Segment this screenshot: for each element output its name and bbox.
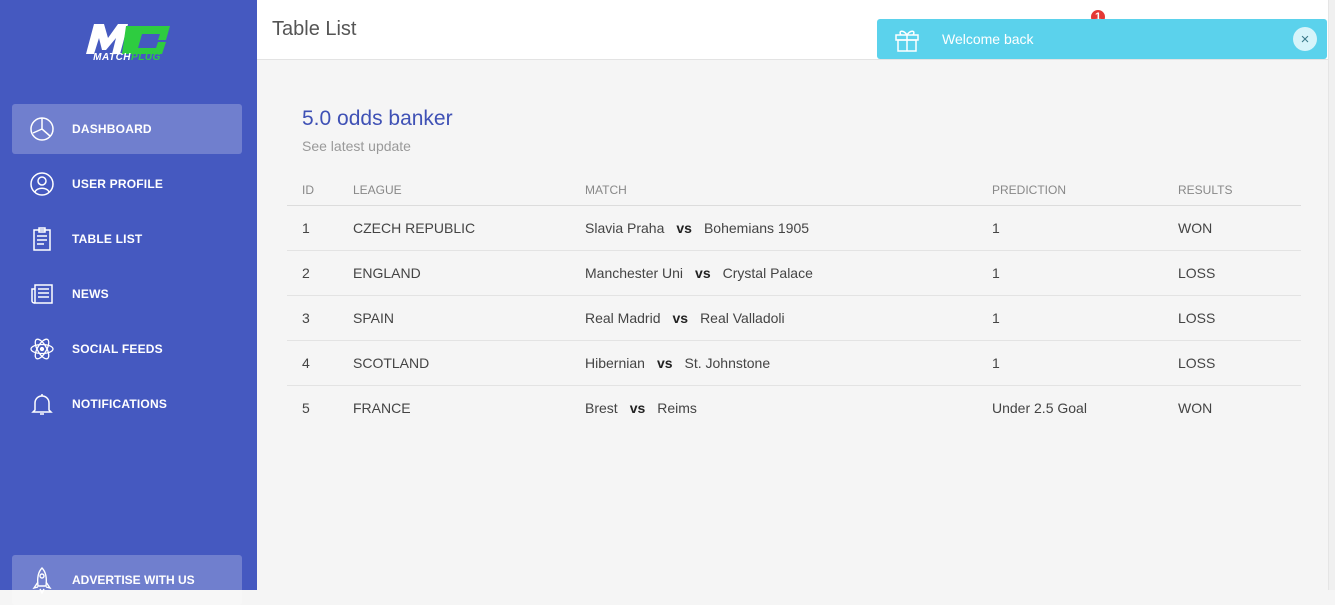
table-row: 4 SCOTLAND Hibernian vs St. Johnstone 1 LO… [287, 340, 1301, 386]
column-header-league: LEAGUE [338, 175, 570, 206]
home-team: Hibernian [585, 354, 645, 371]
vs-label: vs [676, 219, 692, 236]
vs-label: vs [629, 399, 646, 416]
sidebar-item-label: SOCIAL FEEDS [72, 342, 163, 356]
home-team: Slavia Praha [585, 219, 665, 236]
cell-id: 3 [287, 295, 338, 341]
table-row: 1 CZECH REPUBLIC Slavia Praha vs Bohemians… [287, 205, 1301, 251]
page-scrollbar[interactable] [1328, 0, 1335, 590]
cell-prediction: 1 [977, 205, 1163, 251]
sidebar-item-user-profile[interactable]: USER PROFILE [12, 159, 242, 209]
cell-id: 1 [287, 205, 338, 251]
column-header-id: ID [287, 175, 338, 206]
card-subtitle: See latest update [302, 138, 411, 154]
toast-close-button[interactable]: × [1293, 27, 1317, 51]
sidebar-item-table-list[interactable]: TABLE LIST [12, 214, 242, 264]
cell-prediction: 1 [977, 250, 1163, 296]
cell-league: FRANCE [353, 399, 411, 416]
sidebar-nav: DASHBOARD USER PROFILE TABLE LIST NEWS S… [12, 104, 242, 434]
sidebar-item-news[interactable]: NEWS [12, 269, 242, 319]
cell-id: 5 [302, 399, 310, 416]
cell-prediction: 1 [977, 295, 1163, 341]
cell-match: Real Madrid vs Real Valladoli [570, 295, 977, 341]
cell-result: WON [1163, 205, 1301, 251]
away-team: Crystal Palace [722, 264, 813, 281]
predictions-table: ID LEAGUE MATCH PREDICTION RESULTS 1 CZE… [287, 175, 1301, 430]
cell-prediction: 1 [977, 340, 1163, 386]
away-team: Reims [657, 399, 697, 416]
away-team: St. Johnstone [684, 354, 771, 371]
cell-result: LOSS [1163, 295, 1301, 341]
cell-match: Brest vs Reims [570, 385, 977, 430]
welcome-toast: Welcome back × [877, 19, 1327, 59]
column-header-results: RESULTS [1163, 175, 1301, 206]
pie-chart-icon [12, 104, 72, 154]
sidebar-item-label: DASHBOARD [72, 122, 152, 136]
advertise-label: ADVERTISE WITH US [72, 573, 195, 587]
cell-league: SPAIN [338, 295, 570, 341]
vs-label: vs [695, 264, 711, 281]
cell-match: Hibernian vs St. Johnstone [570, 340, 977, 386]
cell-league: ENGLAND [338, 250, 570, 296]
column-header-prediction: PREDICTION [977, 175, 1163, 206]
newspaper-icon [12, 269, 72, 319]
clipboard-icon [12, 214, 72, 264]
advertise-button[interactable]: ADVERTISE WITH US [12, 555, 242, 605]
vs-label: vs [672, 309, 689, 326]
home-team: Brest [585, 399, 618, 416]
sidebar-item-label: USER PROFILE [72, 177, 164, 191]
cell-league: CZECH REPUBLIC [338, 205, 570, 251]
cell-id: 4 [287, 340, 338, 386]
atom-icon [12, 324, 72, 374]
table-row: 3 SPAIN Real Madrid vs Real Valladoli 1 LO… [287, 295, 1301, 341]
column-header-match: MATCH [570, 175, 977, 206]
cell-match: Slavia Praha vs Bohemians 1905 [570, 205, 977, 251]
cell-id: 2 [287, 250, 338, 296]
cell-result: LOSS [1163, 250, 1301, 296]
sidebar-item-label: TABLE LIST [72, 232, 143, 246]
sidebar-item-dashboard[interactable]: DASHBOARD [12, 104, 242, 154]
sidebar-item-label: NEWS [72, 287, 109, 301]
sidebar-item-notifications[interactable]: NOTIFICATIONS [12, 379, 242, 429]
away-team: Real Valladoli [700, 309, 785, 326]
gift-icon [895, 30, 919, 52]
sidebar-item-label: NOTIFICATIONS [72, 397, 168, 411]
bell-icon [12, 379, 72, 429]
cell-result: WON [1178, 399, 1213, 416]
table-header-row: ID LEAGUE MATCH PREDICTION RESULTS [287, 175, 1301, 206]
sidebar: MATCHPLUG DASHBOARD USER PROFILE TABLE L… [0, 0, 257, 605]
cell-prediction: Under 2.5 Goal [992, 399, 1087, 416]
cell-result: LOSS [1163, 340, 1301, 386]
home-team: Real Madrid [585, 309, 661, 326]
table-row: 5 FRANCE Brest vs Reims Under 2.5 Goal WON [287, 385, 1301, 430]
card-title: 5.0 odds banker [302, 107, 453, 130]
home-team: Manchester Uni [585, 264, 684, 281]
user-icon [12, 159, 72, 209]
cell-match: Manchester Uni vs Crystal Palace [570, 250, 977, 296]
page-title: Table List [272, 18, 357, 40]
toast-message: Welcome back [942, 31, 1034, 47]
vs-label: vs [656, 354, 673, 371]
away-team: Bohemians 1905 [703, 219, 810, 236]
cell-league: SCOTLAND [338, 340, 570, 386]
logo-wordmark: MATCHPLUG [93, 52, 161, 63]
table-row: 2 ENGLAND Manchester Uni vs Crystal Palace… [287, 250, 1301, 296]
sidebar-item-social-feeds[interactable]: SOCIAL FEEDS [12, 324, 242, 374]
